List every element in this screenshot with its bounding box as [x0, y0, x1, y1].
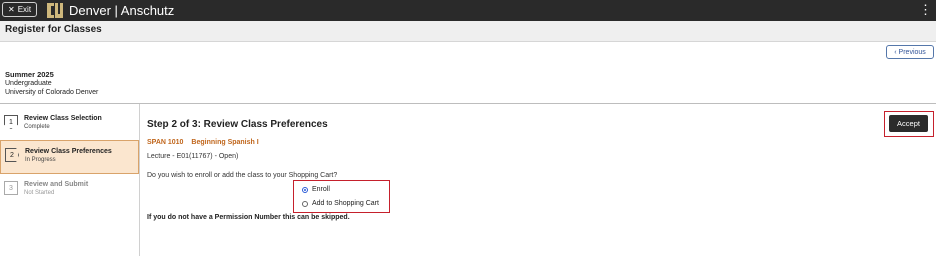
term-name: Summer 2025	[5, 70, 54, 79]
term-info: Summer 2025 Undergraduate University of …	[5, 70, 98, 97]
step-name: Review Class Selection	[24, 115, 102, 122]
kebab-menu-icon[interactable]: ⋮	[919, 2, 932, 18]
step-number-icon: 2	[5, 148, 19, 162]
option-label: Enroll	[312, 186, 330, 193]
exit-button[interactable]: ✕ Exit	[2, 2, 38, 17]
section-info: Lecture - E01(11767) - Open)	[147, 153, 239, 160]
step-status: In Progress	[25, 157, 56, 163]
course-code: SPAN 1010	[147, 139, 184, 146]
option-label: Add to Shopping Cart	[312, 200, 379, 207]
enroll-question: Do you wish to enroll or add the class t…	[147, 172, 338, 179]
top-bar: ✕ Exit Denver | Anschutz ⋮	[0, 0, 936, 21]
step-item-review-class-preferences[interactable]: 2 Review Class Preferences In Progress	[0, 140, 139, 174]
step-number-icon: 1	[4, 115, 18, 129]
cu-logo-icon	[47, 3, 63, 18]
page-title: Register for Classes	[5, 24, 102, 35]
step-name: Review Class Preferences	[25, 148, 112, 155]
radio-selected-icon[interactable]	[302, 186, 308, 193]
step-name: Review and Submit	[24, 181, 89, 188]
accept-button[interactable]: Accept	[889, 115, 928, 132]
brand-title: Denver | Anschutz	[69, 3, 175, 18]
term-institution: University of Colorado Denver	[5, 89, 99, 96]
step-item-review-class-selection[interactable]: 1 Review Class Selection Complete	[0, 108, 139, 142]
shopping-cart-radio-option[interactable]: Add to Shopping Cart	[302, 200, 379, 207]
previous-label: Previous	[898, 48, 926, 56]
step-status: Complete	[24, 124, 50, 130]
enroll-radio-option[interactable]: Enroll	[302, 186, 330, 193]
accept-highlight: Accept	[884, 111, 934, 137]
step-item-review-and-submit: 3 Review and Submit Not Started	[0, 174, 139, 208]
radio-unselected-icon[interactable]	[302, 200, 308, 207]
enroll-options-highlight: Enroll Add to Shopping Cart	[293, 180, 390, 213]
close-icon: ✕	[8, 5, 15, 14]
step-status: Not Started	[24, 190, 55, 196]
course-title: SPAN 1010 Beginning Spanish I	[147, 139, 259, 146]
step-number-icon: 3	[4, 181, 18, 195]
term-career: Undergraduate	[5, 80, 52, 87]
step-heading: Step 2 of 3: Review Class Preferences	[147, 119, 328, 130]
course-name: Beginning Spanish I	[191, 139, 259, 146]
divider	[0, 103, 936, 104]
exit-label: Exit	[17, 5, 32, 14]
chevron-left-icon: ‹	[894, 48, 897, 56]
previous-button[interactable]: ‹ Previous	[886, 45, 934, 59]
step-sidebar: 1 Review Class Selection Complete 2 Revi…	[0, 104, 140, 256]
title-bar: Register for Classes	[0, 21, 936, 42]
permission-note: If you do not have a Permission Number t…	[147, 214, 350, 221]
